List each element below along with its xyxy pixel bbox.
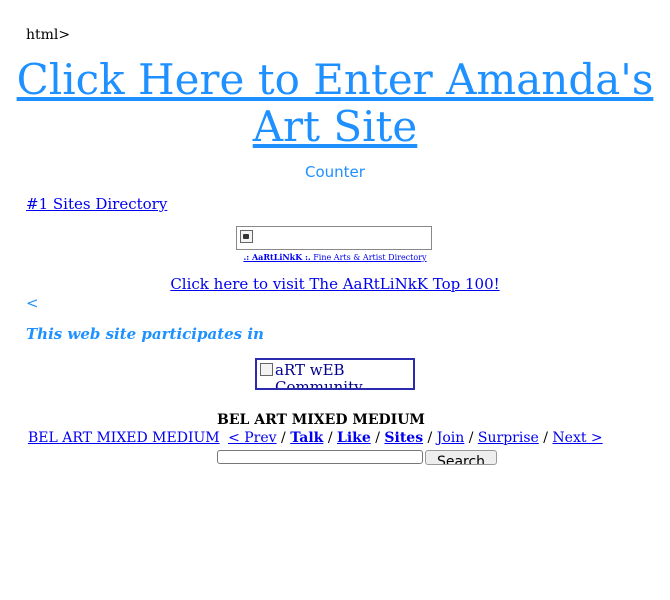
- search-button[interactable]: Search: [425, 450, 497, 465]
- talk-link[interactable]: Talk: [290, 430, 323, 446]
- enter-site-link[interactable]: Click Here to Enter Amanda's Art Site: [17, 55, 654, 151]
- counter-label: Counter: [305, 163, 365, 181]
- directory-row: #1 Sites Directory: [26, 195, 167, 213]
- banner-caption-rest: Fine Arts & Artist Directory: [310, 253, 427, 262]
- stray-lt-text: <: [26, 294, 39, 312]
- webring-banner[interactable]: aRT wEB Community: [255, 358, 415, 390]
- nav-separator: /: [427, 430, 433, 446]
- aartlinkk-banner[interactable]: [236, 226, 432, 250]
- nav-separator: /: [543, 430, 548, 446]
- banner-caption-link[interactable]: .: AaRtLiNkK :. Fine Arts & Artist Direc…: [243, 252, 427, 262]
- webring-search-input[interactable]: [217, 450, 423, 464]
- banner-caption: .: AaRtLiNkK :. Fine Arts & Artist Direc…: [0, 252, 670, 262]
- broken-image-icon: [260, 363, 273, 376]
- sites-directory-link[interactable]: #1 Sites Directory: [26, 195, 167, 213]
- webring-title: BEL ART MIXED MEDIUM: [217, 412, 425, 428]
- nav-separator: /: [468, 430, 474, 446]
- nav-separator: /: [281, 430, 286, 446]
- prev-link[interactable]: < Prev: [228, 430, 277, 446]
- webring-name-link[interactable]: BEL ART MIXED MEDIUM: [28, 430, 220, 446]
- banner-caption-bold: .: AaRtLiNkK :.: [243, 252, 311, 262]
- nav-separator: /: [375, 430, 380, 446]
- surprise-link[interactable]: Surprise: [478, 430, 539, 446]
- broken-image-icon: [240, 230, 253, 243]
- nav-separator: /: [327, 430, 333, 446]
- webring-banner-text: aRT wEB Community: [275, 361, 363, 390]
- like-link[interactable]: Like: [337, 430, 371, 446]
- enter-site-heading: Click Here to Enter Amanda's Art Site: [0, 56, 670, 150]
- sites-link[interactable]: Sites: [384, 430, 423, 446]
- next-link[interactable]: Next >: [552, 430, 602, 446]
- participates-text: This web site participates in: [26, 325, 264, 343]
- stray-html-text: html>: [26, 27, 71, 43]
- join-link[interactable]: Join: [437, 430, 465, 446]
- webring-nav: BEL ART MIXED MEDIUM < Prev / Talk / Lik…: [28, 430, 603, 446]
- top100-row: Click here to visit The AaRtLiNkK Top 10…: [0, 275, 670, 293]
- top100-link[interactable]: Click here to visit The AaRtLiNkK Top 10…: [170, 275, 499, 293]
